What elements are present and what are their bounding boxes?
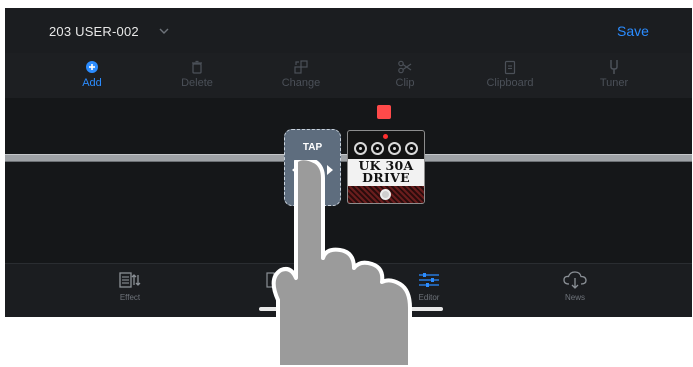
delete-button[interactable]: Delete [157, 59, 237, 89]
add-button[interactable]: Add [52, 59, 132, 89]
pedal-knob [371, 142, 384, 155]
add-label: Add [82, 77, 102, 89]
pedal-knob [405, 142, 418, 155]
edit-toolbar: Add Delete Change Clip Clipboard Tuner [5, 53, 692, 98]
chevron-down-icon[interactable] [158, 26, 170, 36]
header-bar: 203 USER-002 Save [5, 8, 692, 53]
pedal-knob [388, 142, 401, 155]
pedal-led [383, 134, 388, 139]
add-circle-icon [86, 61, 98, 73]
clipboard-icon [504, 60, 516, 75]
tuner-button[interactable]: Tuner [574, 59, 654, 89]
trash-icon [192, 60, 202, 74]
tab-effect[interactable]: Effect [85, 270, 175, 302]
delete-label: Delete [181, 77, 213, 89]
tab-news-label: News [564, 293, 585, 302]
effect-list-icon [119, 272, 141, 288]
tab-effect-label: Effect [119, 293, 141, 302]
save-button[interactable]: Save [617, 23, 649, 39]
clip-button[interactable]: Clip [365, 59, 445, 89]
tap-label: TAP [302, 142, 323, 153]
selection-marker [377, 105, 391, 119]
change-label: Change [281, 77, 321, 89]
preset-name[interactable]: 203 USER-002 [49, 24, 139, 39]
cloud-download-icon [563, 271, 587, 289]
swap-blocks-icon [294, 60, 308, 74]
clip-label: Clip [395, 77, 415, 89]
scissors-icon [398, 60, 412, 74]
pointing-hand-icon [271, 160, 412, 367]
clipboard-label: Clipboard [486, 77, 534, 89]
change-button[interactable]: Change [261, 59, 341, 89]
pedal-knob [354, 142, 367, 155]
tuner-label: Tuner [599, 77, 629, 89]
tab-news[interactable]: News [530, 270, 620, 302]
tuning-fork-icon [610, 60, 618, 74]
clipboard-button[interactable]: Clipboard [470, 59, 550, 89]
